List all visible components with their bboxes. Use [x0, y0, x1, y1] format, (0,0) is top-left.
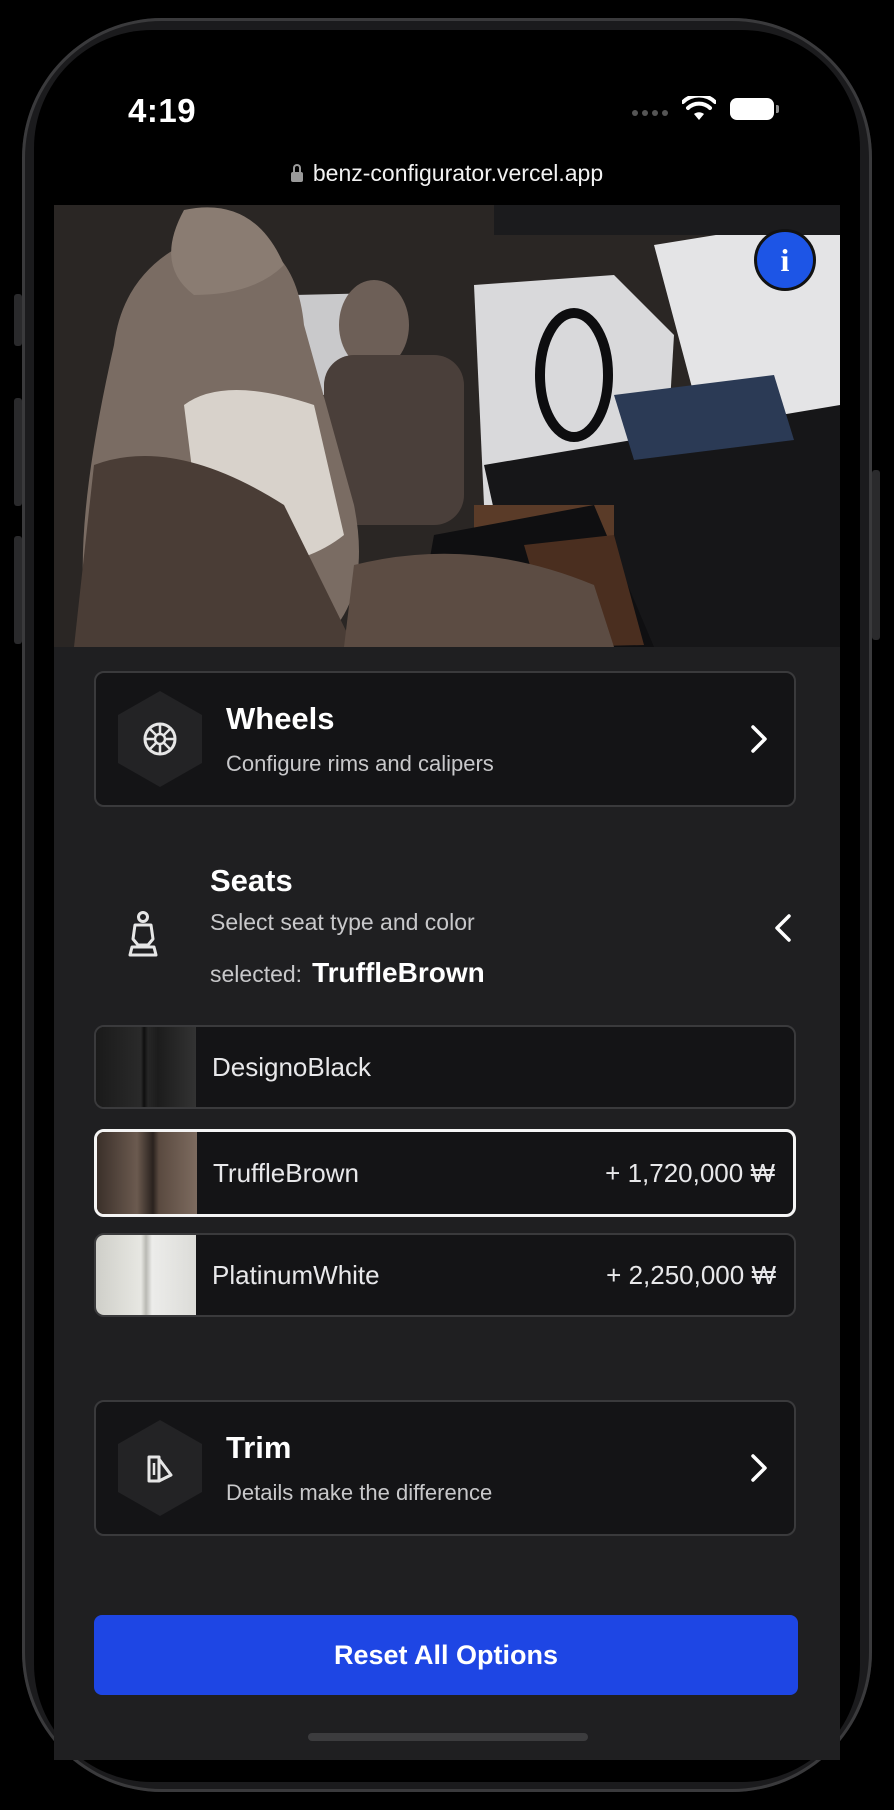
volume-down-button: [14, 536, 22, 644]
chevron-left-icon[interactable]: [774, 913, 792, 943]
seats-selected: selected: TruffleBrown: [210, 957, 485, 989]
url-text: benz-configurator.vercel.app: [312, 160, 604, 186]
option-name: DesignoBlack: [212, 1051, 371, 1082]
trufflebrown-swatch: [97, 1132, 197, 1214]
trim-title: Trim: [226, 1430, 292, 1465]
lock-icon: [290, 163, 303, 182]
seat-option-platinumwhite[interactable]: PlatinumWhite + 2,250,000 ₩: [94, 1233, 796, 1317]
reset-all-options-button[interactable]: Reset All Options: [94, 1615, 798, 1695]
web-content: i Wheels Configure rims and calipers Sea…: [54, 205, 840, 1760]
seats-selected-label: selected:: [210, 961, 303, 987]
trim-icon-badge: [118, 1420, 202, 1516]
option-price: + 1,720,000 ₩: [605, 1157, 775, 1188]
seat-icon: [128, 911, 158, 957]
seats-title: Seats: [210, 863, 293, 898]
chevron-right-icon: [751, 1454, 767, 1482]
home-indicator: [308, 1733, 588, 1741]
power-button: [872, 470, 880, 640]
seats-section-header[interactable]: Seats Select seat type and color selecte…: [54, 845, 840, 1045]
info-icon: i: [780, 241, 790, 278]
battery-icon: [730, 98, 779, 120]
mute-switch: [14, 294, 22, 346]
wheels-card[interactable]: Wheels Configure rims and calipers: [94, 671, 796, 807]
option-name: PlatinumWhite: [212, 1259, 380, 1290]
option-price: + 2,250,000 ₩: [606, 1259, 776, 1290]
wheel-icon: [143, 722, 177, 756]
info-button[interactable]: i: [754, 229, 816, 291]
trim-subtitle: Details make the difference: [226, 1480, 493, 1505]
wifi-icon: [682, 96, 716, 120]
trim-card[interactable]: Trim Details make the difference: [94, 1400, 796, 1536]
wheels-title: Wheels: [226, 701, 335, 736]
car-interior-image: i: [54, 205, 840, 647]
cellular-signal-icon: [632, 102, 668, 116]
interior-illustration: [54, 205, 840, 647]
option-name: TruffleBrown: [213, 1157, 359, 1188]
designoblack-swatch: [96, 1027, 196, 1107]
status-icons: [632, 96, 779, 122]
chevron-right-icon: [751, 725, 767, 753]
seat-option-designoblack[interactable]: DesignoBlack: [94, 1025, 796, 1109]
platinumwhite-swatch: [96, 1235, 196, 1315]
seats-selected-value: TruffleBrown: [312, 957, 485, 988]
seat-option-trufflebrown[interactable]: TruffleBrown + 1,720,000 ₩: [94, 1129, 796, 1217]
status-time: 4:19: [128, 92, 197, 129]
url-bar[interactable]: benz-configurator.vercel.app: [0, 160, 894, 187]
seats-subtitle: Select seat type and color: [210, 909, 475, 935]
wheels-subtitle: Configure rims and calipers: [226, 751, 494, 776]
trim-icon: [147, 1455, 173, 1483]
volume-up-button: [14, 398, 22, 506]
wheels-icon-badge: [118, 691, 202, 787]
